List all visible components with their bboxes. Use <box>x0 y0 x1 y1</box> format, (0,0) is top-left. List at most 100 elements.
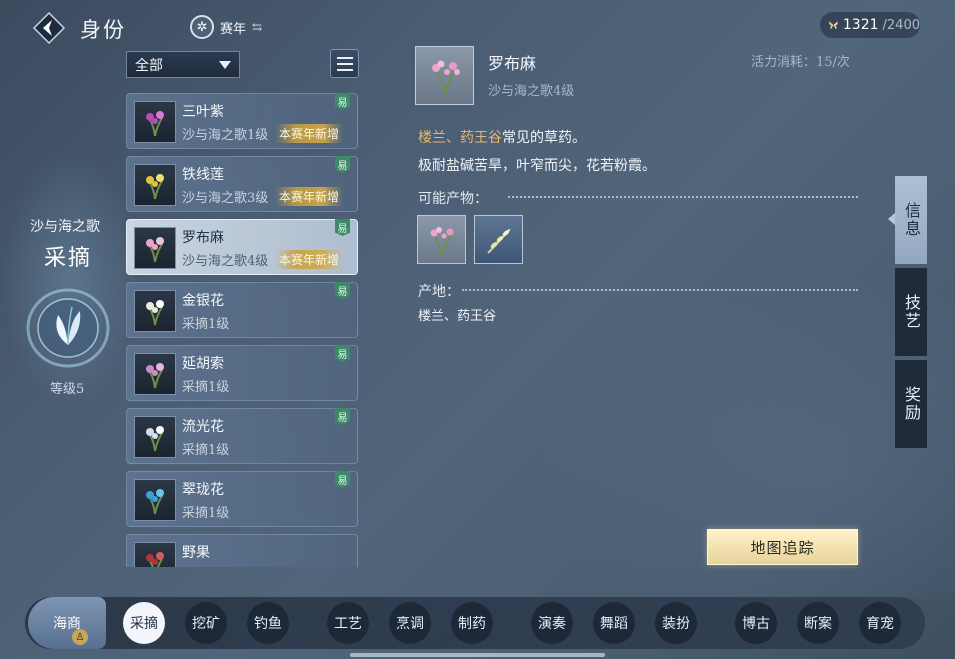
season-switch[interactable]: ✲ 赛年 ⇆ <box>190 14 262 40</box>
item-name: 铁线莲 <box>182 167 224 183</box>
season-wheel-icon: ✲ <box>190 15 214 39</box>
detail-source: 沙与海之歌4级 <box>488 84 575 99</box>
item-name: 野果 <box>182 545 210 561</box>
bottom-tab[interactable]: 采摘 <box>123 602 165 644</box>
herb-icon <box>134 227 176 269</box>
item-name: 延胡索 <box>182 356 224 372</box>
item-name: 流光花 <box>182 419 224 435</box>
difficulty-badge: 易 <box>335 219 350 236</box>
origin-label: 产地： <box>418 284 460 300</box>
energy-display[interactable]: 1321 /2400 <box>820 12 920 38</box>
herb-list[interactable]: 三叶紫 沙与海之歌1级 本赛年新增易铁线莲 沙与海之歌3级 本赛年新增易罗布麻 沙与海之歌… <box>126 93 358 567</box>
back-button[interactable] <box>32 11 66 45</box>
energy-max: /2400 <box>882 17 920 33</box>
active-tab-caret-icon <box>888 213 895 225</box>
item-requirement: 沙与海之歌1级 <box>182 128 269 143</box>
person-icon: ♙ <box>72 629 88 645</box>
herb-icon <box>134 290 176 332</box>
description-rest: 常见的草药。 <box>502 130 586 146</box>
swap-icon: ⇆ <box>252 20 263 34</box>
item-requirement: 采摘1级 <box>182 506 230 521</box>
bottom-tab[interactable]: 挖矿 <box>185 602 227 644</box>
back-arrow-icon <box>32 11 66 45</box>
tab-info[interactable]: 信息 <box>895 176 927 264</box>
bottom-tab[interactable]: 博古 <box>735 602 777 644</box>
difficulty-badge: 易 <box>335 282 350 299</box>
menu-icon-line <box>336 62 353 65</box>
item-requirement: 采摘1级 <box>182 317 230 332</box>
detail-title: 罗布麻 <box>488 54 537 73</box>
bottom-tab[interactable]: 烹调 <box>389 602 431 644</box>
menu-button[interactable] <box>330 49 359 78</box>
herb-icon <box>134 353 176 395</box>
gathering-emblem-icon <box>22 285 114 371</box>
difficulty-badge: 易 <box>335 408 350 425</box>
page-title: 身份 <box>80 18 126 42</box>
origin-value: 楼兰、药王谷 <box>418 309 497 324</box>
product-item-herb[interactable] <box>474 215 523 264</box>
product-item-flower[interactable] <box>417 215 466 264</box>
identity-subtitle: 沙与海之歌 <box>30 219 100 235</box>
new-tag: 本赛年新增 <box>275 124 344 143</box>
list-item[interactable]: 金银花采摘1级 易 <box>126 282 358 338</box>
item-name: 罗布麻 <box>182 230 224 246</box>
products-divider <box>508 196 858 198</box>
bottom-tab[interactable]: 制药 <box>451 602 493 644</box>
bottom-tab[interactable]: 演奏 <box>531 602 573 644</box>
menu-icon <box>336 56 353 59</box>
bottom-tab[interactable]: 钓鱼 <box>247 602 289 644</box>
energy-current: 1321 <box>842 17 879 33</box>
difficulty-badge: 易 <box>335 471 350 488</box>
products-label: 可能产物： <box>418 191 488 207</box>
bottom-tab[interactable]: 舞蹈 <box>593 602 635 644</box>
difficulty-badge: 易 <box>335 156 350 173</box>
location-highlight: 楼兰、药王谷 <box>418 130 502 146</box>
herb-icon <box>134 479 176 521</box>
herb-icon <box>134 164 176 206</box>
item-name: 翠珑花 <box>182 482 224 498</box>
new-tag: 本赛年新增 <box>275 250 344 269</box>
horizontal-scrollbar[interactable] <box>350 653 605 657</box>
list-item[interactable]: 流光花采摘1级 易 <box>126 408 358 464</box>
herb-icon <box>134 542 176 567</box>
item-name: 金银花 <box>182 293 224 309</box>
tab-skill[interactable]: 技艺 <box>895 268 927 356</box>
list-item[interactable]: 三叶紫沙与海之歌1级 本赛年新增 易 <box>126 93 358 149</box>
pink-flower-icon <box>430 226 453 255</box>
herb-icon <box>134 416 176 458</box>
bottom-tab[interactable]: 断案 <box>797 602 839 644</box>
tab-reward[interactable]: 奖励 <box>895 360 927 448</box>
item-requirement: 采摘1级 <box>182 380 230 395</box>
tab-haishang[interactable]: 海商 <box>28 597 106 649</box>
menu-icon-line <box>336 68 353 71</box>
detail-herb-icon <box>415 46 474 105</box>
new-tag: 本赛年新增 <box>275 187 344 206</box>
identity-name: 采摘 <box>44 246 93 271</box>
list-item[interactable]: 野果 <box>126 534 358 567</box>
difficulty-badge: 易 <box>335 93 350 110</box>
map-track-button[interactable]: 地图追踪 <box>707 529 858 565</box>
bottom-tab[interactable]: 工艺 <box>327 602 369 644</box>
category-dropdown[interactable]: 全部 <box>126 51 240 78</box>
bottom-tab[interactable]: 装扮 <box>655 602 697 644</box>
identity-level: 等级5 <box>50 382 85 397</box>
herb-icon <box>134 101 176 143</box>
dropdown-selected: 全部 <box>135 57 163 74</box>
item-requirement: 沙与海之歌4级 <box>182 254 269 269</box>
item-requirement: 沙与海之歌3级 <box>182 191 269 206</box>
difficulty-badge: 易 <box>335 345 350 362</box>
list-item[interactable]: 翠珑花采摘1级 易 <box>126 471 358 527</box>
energy-cost: 活力消耗：15/次 <box>751 55 850 70</box>
origin-divider <box>462 289 858 291</box>
item-requirement: 采摘1级 <box>182 443 230 458</box>
caret-down-icon <box>219 60 231 69</box>
herb-sprig-icon <box>486 227 511 254</box>
description-line-2: 极耐盐碱苦旱，叶窄而尖，花若粉霞。 <box>418 158 656 174</box>
bottom-tab[interactable]: 育宠 <box>859 602 901 644</box>
list-item[interactable]: 铁线莲沙与海之歌3级 本赛年新增 易 <box>126 156 358 212</box>
butterfly-icon <box>829 21 838 30</box>
list-item[interactable]: 罗布麻沙与海之歌4级 本赛年新增 易 <box>126 219 358 275</box>
season-label: 赛年 <box>220 21 247 37</box>
item-name: 三叶紫 <box>182 104 224 120</box>
list-item[interactable]: 延胡索采摘1级 易 <box>126 345 358 401</box>
